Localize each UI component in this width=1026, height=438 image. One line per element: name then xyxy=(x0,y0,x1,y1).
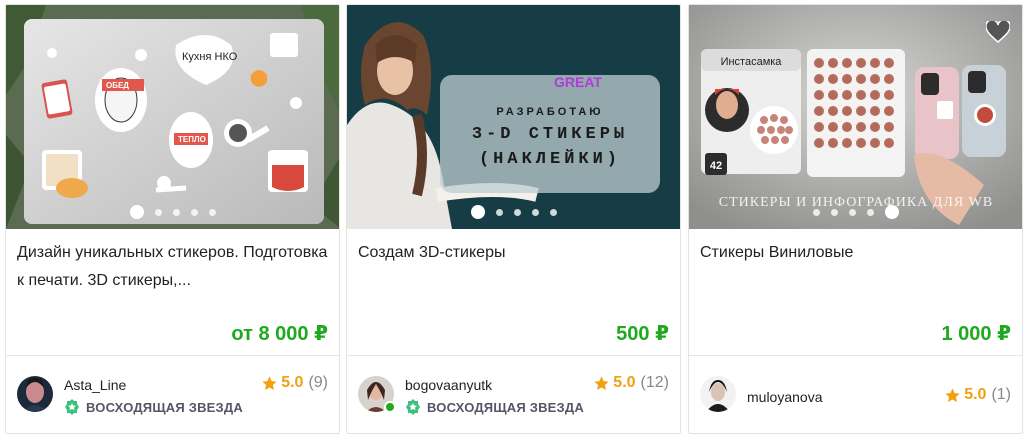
rating: 5.0 (12) xyxy=(593,374,669,392)
star-icon xyxy=(945,387,960,402)
carousel-dot[interactable] xyxy=(884,205,899,219)
rising-star-badge-icon xyxy=(406,399,420,415)
rating-score: 5.0 xyxy=(613,374,636,391)
sticker-laptop-image: Кухня НКО ОБЕД ТЕПЛО xyxy=(6,5,339,229)
carousel-dot[interactable] xyxy=(513,208,521,216)
online-indicator xyxy=(384,401,396,413)
gig-image-carousel[interactable]: Кухня НКО ОБЕД ТЕПЛО xyxy=(6,5,339,229)
review-count: (1) xyxy=(991,386,1011,403)
carousel-dot[interactable] xyxy=(495,208,503,216)
carousel-dot[interactable] xyxy=(848,208,856,216)
star-icon xyxy=(594,375,609,390)
promo-line-2: 3-D СТИКЕРЫ xyxy=(472,125,628,144)
gig-image-carousel[interactable]: GREAT РАЗРАБОТАЮ 3-D СТИКЕРЫ (НАКЛЕЙКИ) xyxy=(347,5,680,229)
sticker-count: 42 xyxy=(710,160,722,172)
carousel-dots xyxy=(689,205,1022,219)
carousel-dot[interactable] xyxy=(470,205,485,219)
review-count: (12) xyxy=(640,374,669,391)
rising-star-badge-icon xyxy=(65,399,79,415)
vinyl-stickers-image: Инстасамка 42 СТИКЕРЫ И ИНФОГРАФИКА ДЛЯ … xyxy=(689,5,1022,229)
seller-name[interactable]: muloyanova xyxy=(747,389,823,405)
carousel-dot[interactable] xyxy=(830,208,838,216)
carousel-dots xyxy=(6,205,339,219)
seller-footer: Asta_Line ВОСХОДЯЩАЯ ЗВЕЗДА 5.0 (9) xyxy=(6,356,339,433)
brand-logo: GREAT xyxy=(554,74,602,90)
promo-line-1: РАЗРАБОТАЮ xyxy=(496,106,603,118)
gig-price: от 8 000 ₽ xyxy=(231,323,328,345)
carousel-dot[interactable] xyxy=(549,208,557,216)
carousel-dot[interactable] xyxy=(866,208,874,216)
rating-score: 5.0 xyxy=(281,374,304,391)
avatar[interactable] xyxy=(700,376,736,412)
gig-info: Создам 3D-стикеры 500 ₽ xyxy=(347,229,680,356)
3d-stickers-promo-image: GREAT РАЗРАБОТАЮ 3-D СТИКЕРЫ (НАКЛЕЙКИ) xyxy=(347,5,680,229)
gig-info: Дизайн уникальных стикеров. Подготовка к… xyxy=(6,229,339,356)
carousel-dot[interactable] xyxy=(208,208,216,216)
rating: 5.0 (9) xyxy=(261,374,328,392)
sticker-label: ТЕПЛО xyxy=(178,135,206,144)
carousel-dot[interactable] xyxy=(190,208,198,216)
promo-line-3: (НАКЛЕЙКИ) xyxy=(479,149,621,169)
sticker-label: ОБЕД xyxy=(106,81,129,90)
sheet-title: Инстасамка xyxy=(721,56,783,68)
seller-badge: ВОСХОДЯЩАЯ ЗВЕЗДА xyxy=(64,399,243,415)
rating: 5.0 (1) xyxy=(944,386,1011,404)
seller-footer: muloyanova 5.0 (1) xyxy=(689,356,1022,433)
rating-score: 5.0 xyxy=(964,386,987,403)
sticker-label: Кухня НКО xyxy=(182,51,238,63)
gig-card-1[interactable]: Кухня НКО ОБЕД ТЕПЛО Дизайн уникальных с… xyxy=(5,4,340,434)
carousel-dots xyxy=(347,205,680,219)
gig-info: Стикеры Виниловые 1 000 ₽ xyxy=(689,229,1022,356)
gig-card-3[interactable]: Инстасамка 42 СТИКЕРЫ И ИНФОГРАФИКА ДЛЯ … xyxy=(688,4,1023,434)
gig-image-carousel[interactable]: Инстасамка 42 СТИКЕРЫ И ИНФОГРАФИКА ДЛЯ … xyxy=(689,5,1022,229)
badge-label: ВОСХОДЯЩАЯ ЗВЕЗДА xyxy=(86,399,243,415)
gig-price: 500 ₽ xyxy=(616,323,669,345)
gig-title[interactable]: Дизайн уникальных стикеров. Подготовка к… xyxy=(17,239,328,295)
carousel-dot[interactable] xyxy=(812,208,820,216)
carousel-dot[interactable] xyxy=(531,208,539,216)
gig-price: 1 000 ₽ xyxy=(941,323,1011,345)
heart-icon[interactable] xyxy=(986,21,1010,43)
seller-name[interactable]: Asta_Line xyxy=(64,377,126,393)
seller-footer: bogovaanyutk ВОСХОДЯЩАЯ ЗВЕЗДА 5.0 (12) xyxy=(347,356,680,433)
carousel-dot[interactable] xyxy=(129,205,144,219)
seller-badge: ВОСХОДЯЩАЯ ЗВЕЗДА xyxy=(405,399,584,415)
carousel-dot[interactable] xyxy=(154,208,162,216)
gig-title[interactable]: Стикеры Виниловые xyxy=(700,239,1011,267)
carousel-dot[interactable] xyxy=(172,208,180,216)
star-icon xyxy=(262,375,277,390)
seller-name[interactable]: bogovaanyutk xyxy=(405,377,492,393)
avatar[interactable] xyxy=(17,376,53,412)
badge-label: ВОСХОДЯЩАЯ ЗВЕЗДА xyxy=(427,399,584,415)
gig-title[interactable]: Создам 3D-стикеры xyxy=(358,239,669,267)
gig-card-2[interactable]: GREAT РАЗРАБОТАЮ 3-D СТИКЕРЫ (НАКЛЕЙКИ) … xyxy=(346,4,681,434)
review-count: (9) xyxy=(308,374,328,391)
